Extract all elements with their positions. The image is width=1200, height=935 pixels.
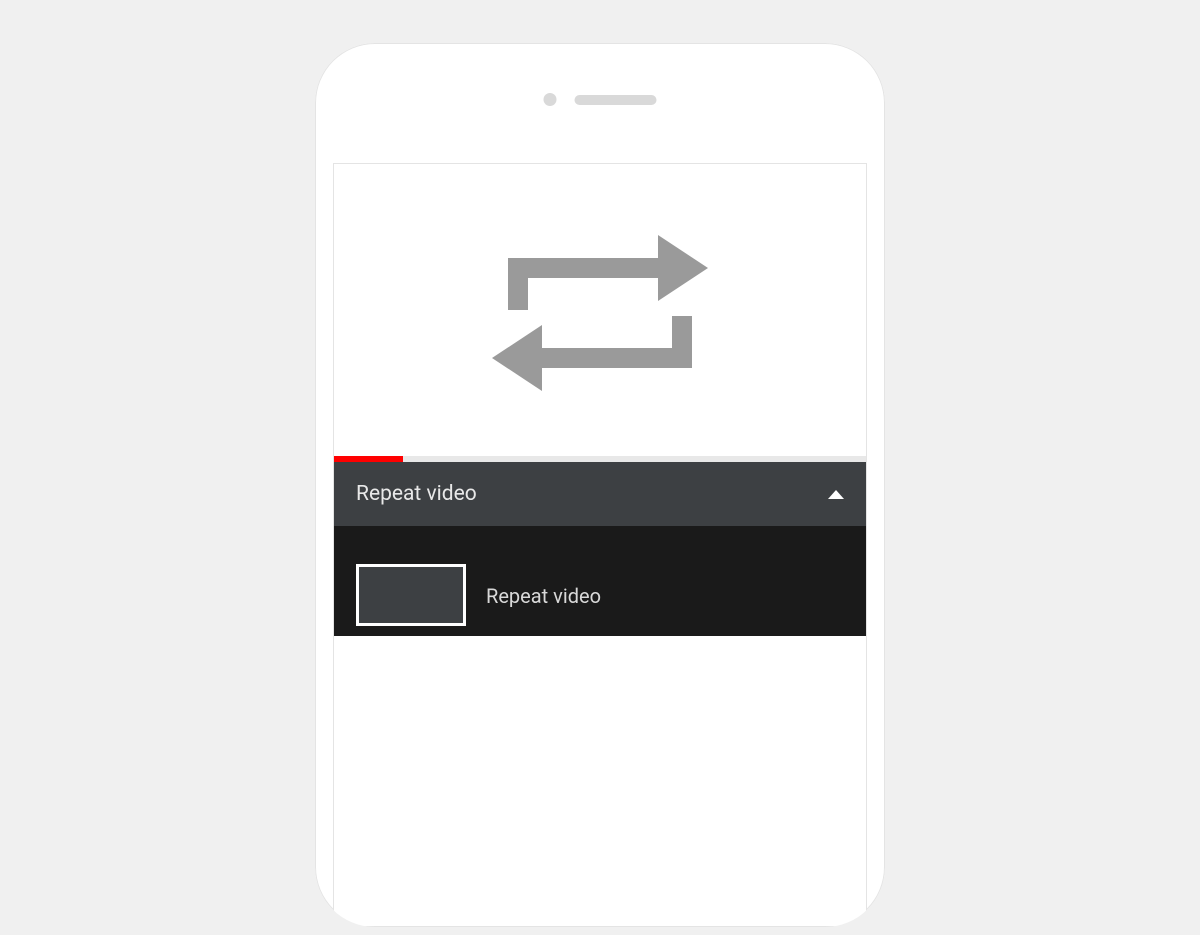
phone-inner: Repeat video Repeat video — [315, 43, 885, 927]
camera-icon — [544, 93, 557, 106]
chevron-up-icon — [828, 490, 844, 499]
phone-sensor-bar — [544, 93, 657, 106]
phone-frame: Repeat video Repeat video — [307, 35, 893, 935]
video-progress-bar[interactable] — [334, 456, 866, 462]
video-player[interactable] — [334, 164, 866, 462]
phone-screen: Repeat video Repeat video — [333, 163, 867, 927]
speaker-icon — [575, 95, 657, 105]
video-progress-fill — [334, 456, 403, 462]
playlist-title: Repeat video — [356, 482, 477, 506]
playlist-list: Repeat video — [334, 526, 866, 636]
list-item[interactable]: Repeat video — [334, 554, 866, 636]
playlist-header[interactable]: Repeat video — [334, 462, 866, 526]
repeat-icon — [480, 218, 720, 408]
video-thumbnail — [356, 564, 466, 626]
list-item-title: Repeat video — [486, 564, 601, 608]
